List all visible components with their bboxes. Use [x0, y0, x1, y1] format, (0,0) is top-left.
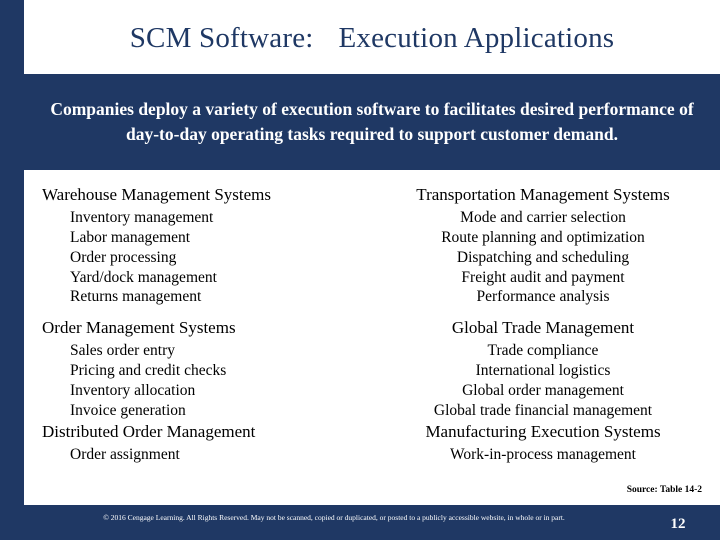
group-heading-warehouse-management-systems: Warehouse Management Systems	[42, 185, 272, 204]
subtitle-band: Companies deploy a variety of execution …	[24, 74, 720, 170]
group-heading-order-management-systems: Order Management Systems	[42, 318, 236, 338]
copyright-text: © 2016 Cengage Learning. All Rights Rese…	[103, 513, 565, 522]
list-item: Order assignment	[70, 445, 180, 463]
source-note: Source: Table 14-2	[626, 485, 702, 495]
list-item: Global trade financial management	[433, 401, 653, 419]
list-item: Freight audit and payment	[461, 268, 625, 286]
list-item: Work-in-process management	[450, 445, 636, 463]
list-item: Trade compliance	[487, 342, 599, 360]
list-item: Invoice generation	[70, 401, 186, 419]
page-title-sub: Execution Applications	[338, 22, 615, 54]
list-item: Returns management	[70, 288, 202, 306]
page-title: SCM Software: Execution Applications	[24, 22, 720, 55]
list-item: Yard/dock management	[70, 268, 217, 286]
list-item: Dispatching and scheduling	[456, 248, 630, 266]
group-heading-transportation-management-systems: Transportation Management Systems	[416, 185, 670, 204]
list-item: Pricing and credit checks	[70, 362, 227, 380]
left-accent-bar	[0, 0, 24, 540]
slide: SCM Software: Execution Applications Com…	[0, 0, 720, 540]
list-item: Route planning and optimization	[441, 228, 645, 246]
page-number: 12	[670, 516, 686, 532]
content-area: Warehouse Management Systems Inventory m…	[24, 170, 720, 475]
right-column: Transportation Management Systems Mode a…	[372, 184, 710, 465]
list-item: Inventory allocation	[70, 381, 196, 399]
list-item: Sales order entry	[70, 342, 176, 360]
group-heading-global-trade-management: Global Trade Management	[451, 318, 635, 338]
list-item: Labor management	[70, 228, 191, 246]
group-heading-manufacturing-execution-systems: Manufacturing Execution Systems	[425, 421, 661, 441]
list-item: Global order management	[462, 381, 624, 399]
list-item: Inventory management	[70, 209, 214, 227]
list-item: Mode and carrier selection	[460, 209, 626, 227]
list-item: Order processing	[70, 248, 177, 266]
list-item: International logistics	[475, 362, 611, 380]
page-title-main: SCM Software:	[129, 22, 314, 54]
left-column: Warehouse Management Systems Inventory m…	[34, 184, 372, 465]
group-heading-distributed-order-management: Distributed Order Management	[42, 421, 256, 441]
list-item: Performance analysis	[476, 288, 610, 306]
two-column-layout: Warehouse Management Systems Inventory m…	[34, 184, 710, 465]
subtitle-text: Companies deploy a variety of execution …	[50, 98, 694, 144]
